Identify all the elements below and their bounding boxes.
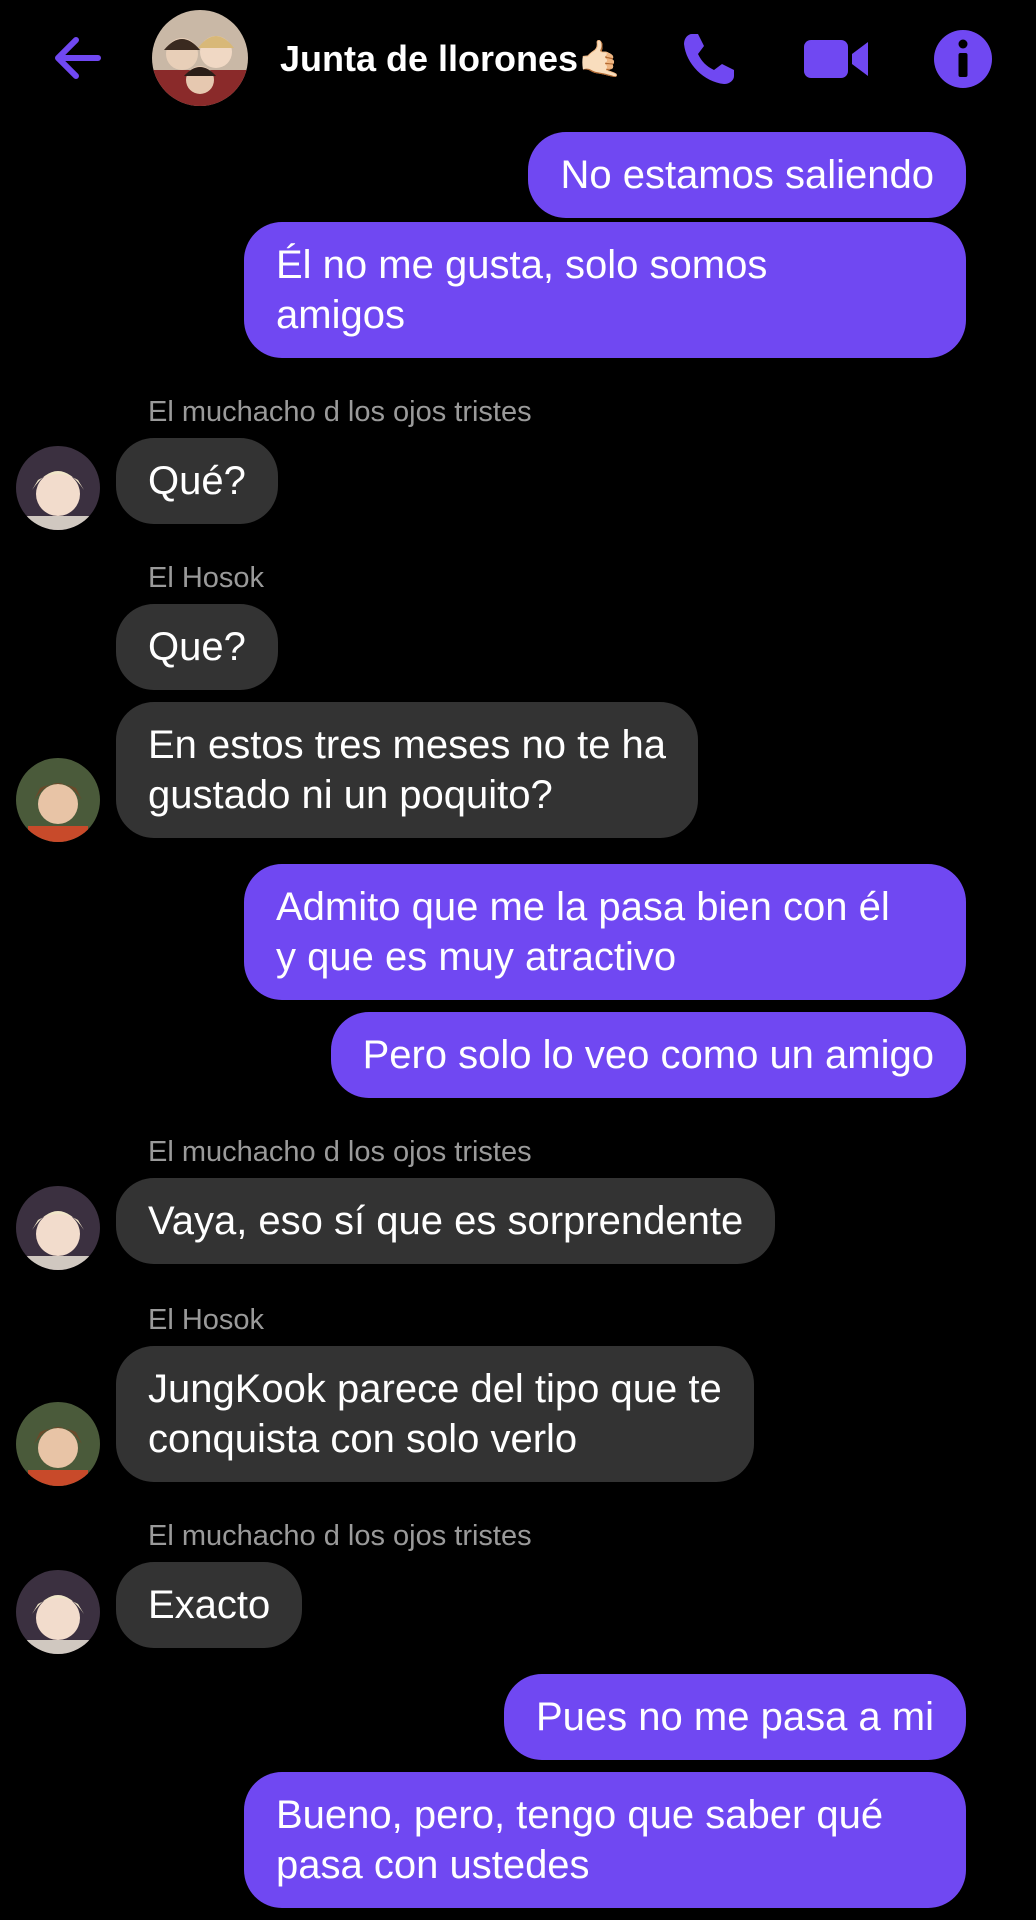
incoming-message[interactable]: JungKook parece del tipo que te conquist…	[116, 1346, 754, 1482]
message-text: Exacto	[148, 1583, 271, 1627]
message-text: Pues no me pasa a mi	[536, 1695, 934, 1739]
sender-name: El muchacho d los ojos tristes	[148, 1136, 532, 1168]
avatar-hosok[interactable]	[16, 1402, 100, 1486]
outgoing-message[interactable]: Bueno, pero, tengo que saber qué pasa co…	[244, 1772, 966, 1908]
incoming-message[interactable]: Vaya, eso sí que es sorprendente	[116, 1178, 776, 1264]
back-arrow-icon[interactable]	[48, 28, 108, 88]
message-text: conquista con solo verlo	[148, 1417, 578, 1461]
chat-title-text: Junta de llorones	[280, 38, 579, 79]
sender-name: El muchacho d los ojos tristes	[148, 1520, 532, 1552]
message-text: gustado ni un poquito?	[148, 773, 553, 817]
message-text: amigos	[276, 293, 405, 337]
group-avatar[interactable]	[152, 10, 248, 106]
info-icon[interactable]	[932, 28, 994, 90]
sender-name: El Hosok	[148, 562, 265, 594]
message-text: y que es muy atractivo	[276, 935, 677, 979]
phone-icon[interactable]	[678, 28, 740, 90]
sender-name: El muchacho d los ojos tristes	[148, 396, 532, 428]
message-text: pasa con ustedes	[276, 1843, 590, 1887]
sender-name: El Hosok	[148, 1304, 265, 1336]
message-text: JungKook parece del tipo que te	[148, 1367, 722, 1411]
message-text: Qué?	[148, 459, 246, 503]
incoming-message[interactable]: En estos tres meses no te ha gustado ni …	[116, 702, 699, 838]
message-text: No estamos saliendo	[560, 153, 934, 197]
message-text: Él no me gusta, solo somos	[276, 243, 768, 287]
video-camera-icon[interactable]	[802, 28, 868, 90]
message-text: Pero solo lo veo como un amigo	[362, 1033, 934, 1077]
incoming-message[interactable]: Que?	[116, 604, 278, 690]
avatar-sad-eyes[interactable]	[16, 1570, 100, 1654]
incoming-message[interactable]: Qué?	[116, 438, 278, 524]
incoming-message[interactable]: Exacto	[116, 1562, 303, 1648]
outgoing-message[interactable]: Admito que me la pasa bien con él y que …	[244, 864, 966, 1000]
avatar-sad-eyes[interactable]	[16, 446, 100, 530]
message-text: Admito que me la pasa bien con él	[276, 885, 890, 929]
message-text: Que?	[148, 625, 246, 669]
outgoing-message[interactable]: Pero solo lo veo como un amigo	[330, 1012, 966, 1098]
avatar-sad-eyes[interactable]	[16, 1186, 100, 1270]
outgoing-message[interactable]: No estamos saliendo	[528, 132, 966, 218]
message-text: Vaya, eso sí que es sorprendente	[148, 1199, 744, 1243]
chat-title[interactable]: Junta de llorones🤙🏻	[280, 38, 623, 80]
call-me-hand-emoji: 🤙🏻	[578, 38, 623, 79]
message-text: En estos tres meses no te ha	[148, 723, 667, 767]
avatar-hosok[interactable]	[16, 758, 100, 842]
chat-header: Junta de llorones🤙🏻	[0, 0, 1036, 118]
outgoing-message[interactable]: Él no me gusta, solo somos amigos	[244, 222, 966, 358]
outgoing-message[interactable]: Pues no me pasa a mi	[504, 1674, 966, 1760]
message-text: Bueno, pero, tengo que saber qué	[276, 1793, 884, 1837]
